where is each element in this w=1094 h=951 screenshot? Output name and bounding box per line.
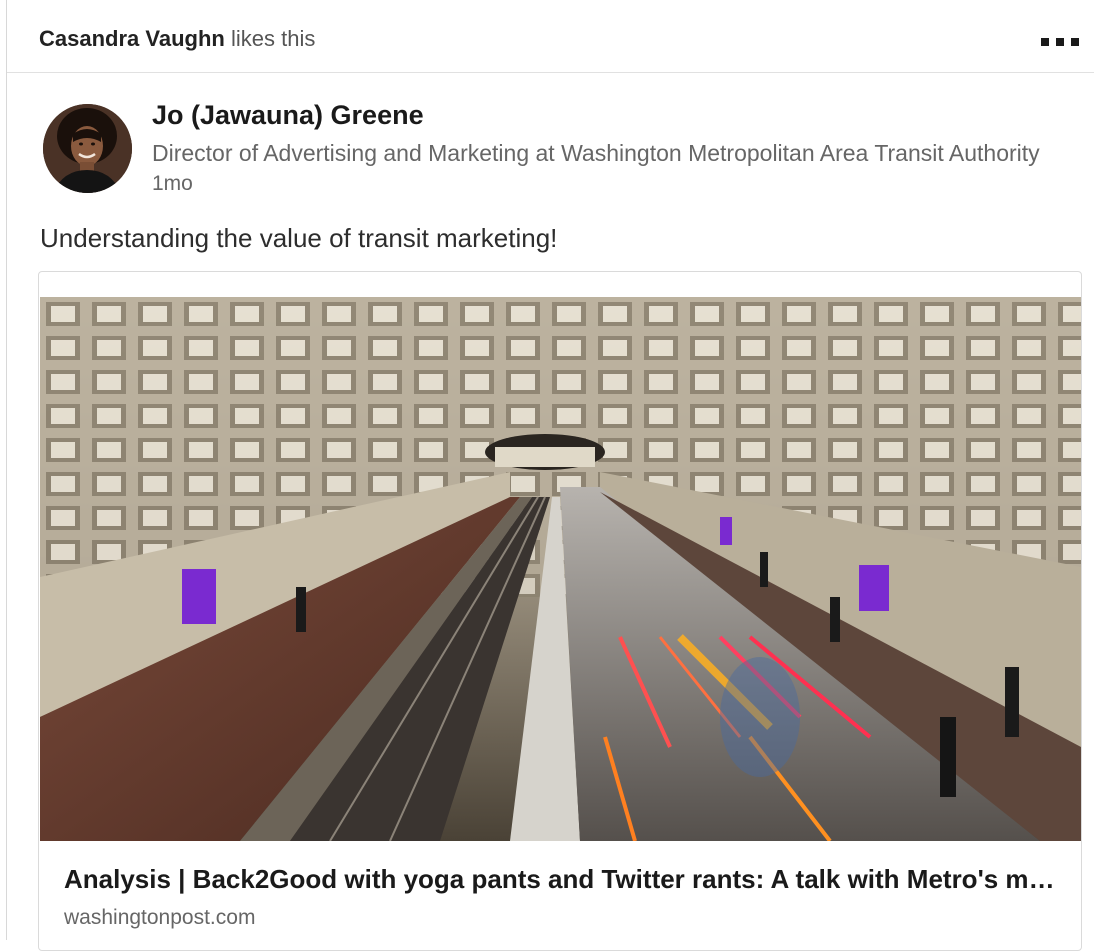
post-timestamp: 1mo [152,172,193,195]
link-preview-source: washingtonpost.com [64,906,256,929]
author-headline: Director of Advertising and Marketing at… [152,140,1040,166]
activity-text: Casandra Vaughn likes this [39,26,315,52]
more-options-button[interactable] [1039,36,1081,48]
author-avatar[interactable] [43,104,132,193]
link-preview-title[interactable]: Analysis | Back2Good with yoga pants and… [64,864,1064,895]
liker-name[interactable]: Casandra Vaughn [39,26,225,51]
avatar-icon [43,104,132,193]
activity-header: Casandra Vaughn likes this [7,0,1094,73]
link-preview-card[interactable]: Analysis | Back2Good with yoga pants and… [38,271,1082,951]
activity-action: likes this [230,26,316,51]
author-name[interactable]: Jo (Jawauna) Greene [152,100,424,131]
post-text: Understanding the value of transit marke… [40,223,558,253]
ellipsis-icon [1041,38,1049,46]
feed-post-card: Casandra Vaughn likes this Jo (Jawauna) … [6,0,1094,951]
metro-station-photo-icon [40,297,1081,841]
link-preview-image[interactable] [40,297,1081,841]
